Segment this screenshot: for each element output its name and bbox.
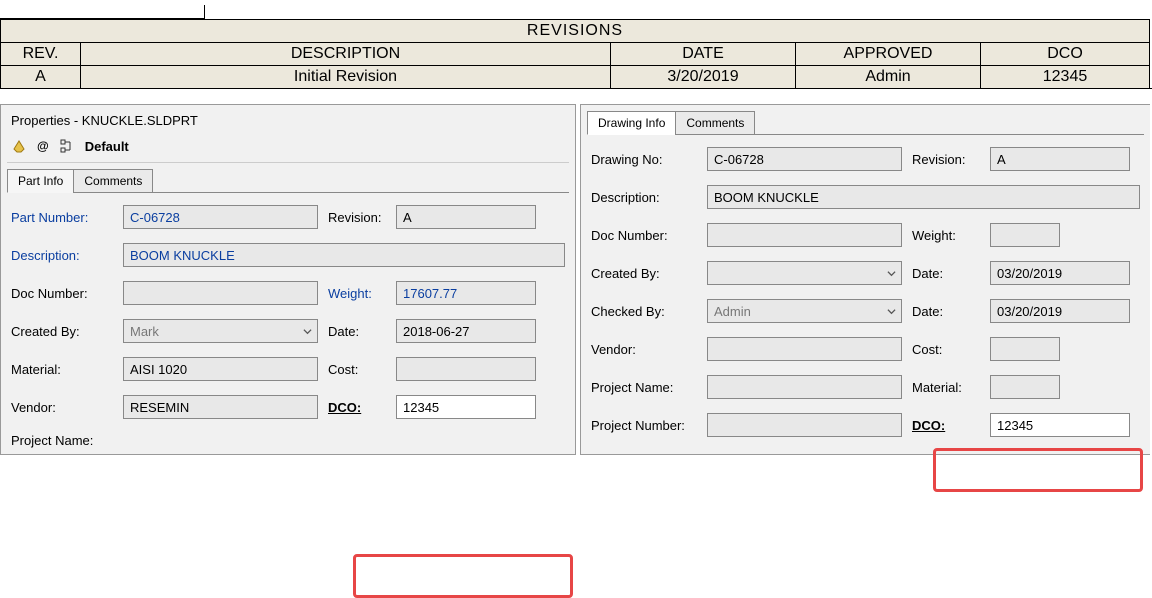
label-material: Material: — [11, 362, 117, 377]
label-vendor: Vendor: — [11, 400, 117, 415]
revisions-title: REVISIONS — [1, 20, 1150, 43]
label-cost-r: Cost: — [912, 342, 984, 357]
config-name: Default — [85, 139, 129, 154]
tab-comments[interactable]: Comments — [73, 169, 153, 193]
revisions-table: REVISIONS REV. DESCRIPTION DATE APPROVED… — [0, 19, 1150, 88]
description-field[interactable] — [123, 243, 565, 267]
label-project-name-r: Project Name: — [591, 380, 701, 395]
cell-date: 3/20/2019 — [611, 66, 796, 89]
part-number-field[interactable] — [123, 205, 318, 229]
label-created-by: Created By: — [11, 324, 117, 339]
description-field-r[interactable] — [707, 185, 1140, 209]
tab-part-info[interactable]: Part Info — [7, 169, 74, 193]
right-tabs: Drawing Info Comments — [587, 111, 1144, 135]
label-project-number: Project Number: — [591, 418, 701, 433]
label-date-r1: Date: — [912, 266, 984, 281]
drawing-no-field[interactable] — [707, 147, 902, 171]
cell-rev: A — [1, 66, 81, 89]
left-tabs: Part Info Comments — [7, 169, 569, 193]
cost-field[interactable] — [396, 357, 536, 381]
drawing-info-panel: Drawing Info Comments Drawing No: Revisi… — [580, 104, 1150, 455]
doc-number-field-r[interactable] — [707, 223, 902, 247]
revision-field-r[interactable] — [990, 147, 1130, 171]
dco-field[interactable] — [396, 395, 536, 419]
part-info-form: Part Number: Revision: Description: Doc … — [7, 193, 569, 448]
weight-field[interactable] — [396, 281, 536, 305]
col-date: DATE — [611, 43, 796, 66]
drawing-info-form: Drawing No: Revision: Description: Doc N… — [587, 135, 1144, 437]
material-field[interactable] — [123, 357, 318, 381]
tab-comments-right[interactable]: Comments — [675, 111, 755, 135]
created-date-field[interactable] — [990, 261, 1130, 285]
dco-field-r[interactable] — [990, 413, 1130, 437]
label-vendor-r: Vendor: — [591, 342, 701, 357]
chevron-down-icon — [885, 305, 897, 317]
weight-field-r[interactable] — [990, 223, 1060, 247]
label-doc-number: Doc Number: — [11, 286, 117, 301]
created-by-combo-r[interactable] — [707, 261, 902, 285]
at-symbol: @ — [37, 139, 49, 153]
col-dco: DCO — [981, 43, 1150, 66]
material-field-r[interactable] — [990, 375, 1060, 399]
chevron-down-icon — [885, 267, 897, 279]
cell-dco: 12345 — [981, 66, 1150, 89]
part-icon — [11, 138, 27, 154]
doc-number-field[interactable] — [123, 281, 318, 305]
label-material-r: Material: — [912, 380, 984, 395]
col-description: DESCRIPTION — [81, 43, 611, 66]
vendor-field-r[interactable] — [707, 337, 902, 361]
label-description-r: Description: — [591, 190, 701, 205]
label-doc-number-r: Doc Number: — [591, 228, 701, 243]
label-checked-by: Checked By: — [591, 304, 701, 319]
table-row: A Initial Revision 3/20/2019 Admin 12345 — [1, 66, 1150, 89]
dco-highlight-left — [353, 554, 573, 598]
checked-date-field[interactable] — [990, 299, 1130, 323]
project-number-field[interactable] — [707, 413, 902, 437]
label-part-number: Part Number: — [11, 210, 117, 225]
revisions-block: REVISIONS REV. DESCRIPTION DATE APPROVED… — [0, 5, 1152, 89]
label-date: Date: — [328, 324, 390, 339]
properties-panel: Properties - KNUCKLE.SLDPRT @ Default Pa… — [0, 104, 576, 455]
panel-title: Properties - KNUCKLE.SLDPRT — [7, 109, 569, 138]
revision-field[interactable] — [396, 205, 536, 229]
cell-description: Initial Revision — [81, 66, 611, 89]
label-date-r2: Date: — [912, 304, 984, 319]
col-approved: APPROVED — [796, 43, 981, 66]
label-weight-r: Weight: — [912, 228, 984, 243]
label-dco: DCO: — [328, 400, 390, 415]
checked-by-value: Admin — [714, 304, 751, 319]
label-weight: Weight: — [328, 286, 390, 301]
configuration-row[interactable]: @ Default — [7, 138, 569, 163]
created-by-combo[interactable]: Mark — [123, 319, 318, 343]
label-project-name: Project Name: — [11, 433, 117, 448]
label-drawing-no: Drawing No: — [591, 152, 701, 167]
project-name-field-r[interactable] — [707, 375, 902, 399]
table-stub — [0, 5, 205, 19]
col-rev: REV. — [1, 43, 81, 66]
label-created-by-r: Created By: — [591, 266, 701, 281]
cell-approved: Admin — [796, 66, 981, 89]
label-description: Description: — [11, 248, 117, 263]
date-field[interactable] — [396, 319, 536, 343]
cost-field-r[interactable] — [990, 337, 1060, 361]
label-cost: Cost: — [328, 362, 390, 377]
created-by-value: Mark — [130, 324, 159, 339]
label-revision: Revision: — [328, 210, 390, 225]
tab-drawing-info[interactable]: Drawing Info — [587, 111, 676, 135]
config-tree-icon — [59, 138, 75, 154]
dco-highlight-right — [933, 448, 1143, 492]
vendor-field[interactable] — [123, 395, 318, 419]
chevron-down-icon — [301, 325, 313, 337]
label-dco-r: DCO: — [912, 418, 984, 433]
label-revision-r: Revision: — [912, 152, 984, 167]
checked-by-combo[interactable]: Admin — [707, 299, 902, 323]
